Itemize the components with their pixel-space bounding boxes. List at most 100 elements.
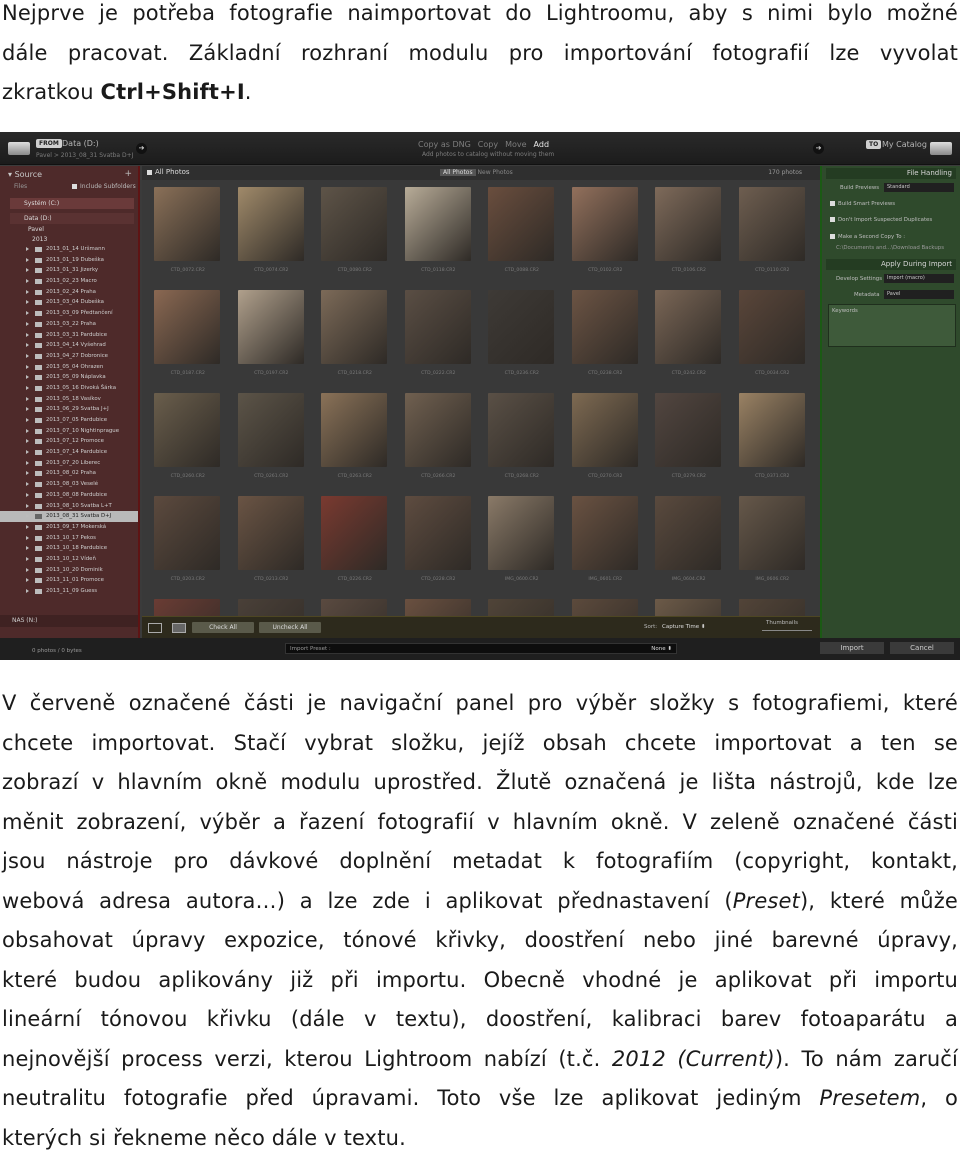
thumbnail-cell[interactable]: CTD_0238.CR2 [564,285,648,388]
thumbnail-cell[interactable]: CTD_0236.CR2 [480,285,564,388]
add-source-icon[interactable]: + [124,169,132,179]
dont-import-duplicates[interactable]: Don't Import Suspected Duplicates [830,217,932,223]
photo-thumbnail[interactable] [321,496,387,570]
folder-item[interactable]: 2013_04_14 Vyšehrad [0,340,138,351]
photo-thumbnail[interactable] [154,393,220,467]
sort-select[interactable]: Capture Time ⬍ [662,624,705,630]
thumbnail-cell[interactable]: IMG_0604.CR2 [647,491,731,594]
mode-copy-dng[interactable]: Copy as DNG [418,140,471,149]
thumbnail-cell[interactable]: CTD_0197.CR2 [230,285,314,388]
photo-thumbnail[interactable] [154,496,220,570]
thumbnail-cell[interactable]: CTD_0228.CR2 [397,491,481,594]
photo-thumbnail[interactable] [488,496,554,570]
import-preset-bar[interactable]: Import Preset : None ⬍ [285,643,677,654]
folder-item[interactable]: 2013_06_29 Svatba J+J [0,404,138,415]
thumbnail-cell[interactable]: CTD_0371.CR2 [731,388,815,491]
apply-during-import-title[interactable]: Apply During Import [881,260,952,268]
thumbnail-cell[interactable]: CTD_0218.CR2 [313,285,397,388]
thumbnail-size-slider[interactable] [762,630,812,631]
folder-item[interactable]: 2013_11_01 Promoce [0,575,138,586]
photo-thumbnail[interactable] [154,290,220,364]
cancel-button[interactable]: Cancel [890,642,954,654]
folder-item[interactable]: 2013_01_19 Dubeška [0,255,138,266]
folder-item[interactable]: 2013_08_02 Praha [0,468,138,479]
thumbnail-cell[interactable]: CTD_0222.CR2 [397,285,481,388]
thumbnail-cell[interactable]: CTD_0106.CR2 [647,182,731,285]
thumbnail-cell[interactable]: IMG_0601.CR2 [564,491,648,594]
folder-item[interactable]: 2013_03_09 Předtančení [0,308,138,319]
folder-item[interactable]: 2013_03_04 Dubeška [0,297,138,308]
all-photos-check[interactable]: All Photos [147,168,190,176]
folder-item[interactable]: 2013_10_12 Vídeň [0,554,138,565]
photo-thumbnail[interactable] [404,496,471,570]
thumbnail-cell[interactable]: CTD_0088.CR2 [480,182,564,285]
folder-item[interactable]: 2013_11_09 Guess [0,586,138,597]
uncheck-all-button[interactable]: Uncheck All [259,622,321,633]
folder-item[interactable]: 2013_07_05 Pardubice [0,415,138,426]
thumbnail-cell[interactable]: CTD_0110.CR2 [731,182,815,285]
loupe-view-icon[interactable] [172,623,186,633]
mode-add[interactable]: Add [534,140,550,149]
build-smart-previews[interactable]: Build Smart Previews [830,201,895,207]
photo-thumbnail[interactable] [237,187,304,261]
photo-thumbnail[interactable] [738,187,805,261]
photo-thumbnail[interactable] [655,393,721,467]
folder-item[interactable]: 2013_09_17 Mokerská [0,522,138,533]
thumbnail-cell[interactable]: CTD_0074.CR2 [230,182,314,285]
photo-thumbnail[interactable] [571,187,638,261]
metadata-select[interactable]: Pavel [884,290,954,299]
import-button[interactable]: Import [820,642,884,654]
thumbnail-cell[interactable]: CTD_0266.CR2 [397,388,481,491]
drive-nas[interactable]: NAS (N:) [0,615,138,627]
file-handling-title[interactable]: File Handling [907,169,952,177]
photo-thumbnail[interactable] [321,187,387,261]
photo-thumbnail[interactable] [237,290,304,364]
drive-data[interactable]: Data (D:) [10,213,134,224]
photo-thumbnail[interactable] [154,187,220,261]
thumbnail-cell[interactable]: CTD_0118.CR2 [397,182,481,285]
tab-all-photos[interactable]: All Photos [440,169,476,176]
folder-item[interactable]: 2013_08_10 Svatba L+T [0,501,138,512]
keywords-field[interactable]: Keywords [828,304,956,347]
folder-item[interactable]: 2013_01_14 Uršmann [0,244,138,255]
photo-thumbnail[interactable] [237,393,304,467]
folder-item[interactable]: 2013_03_31 Pardubice [0,330,138,341]
photo-thumbnail[interactable] [655,187,721,261]
thumbnail-cell[interactable]: CTD_0187.CR2 [146,285,230,388]
thumbnail-cell[interactable]: CTD_0226.CR2 [313,491,397,594]
thumbnail-cell[interactable]: CTD_0279.CR2 [647,388,731,491]
thumbnail-cell[interactable]: CTD_0203.CR2 [146,491,230,594]
photo-thumbnail[interactable] [321,290,387,364]
photo-thumbnail[interactable] [571,290,638,364]
drive-system[interactable]: Systém (C:) [10,198,134,209]
import-preset-value[interactable]: None ⬍ [651,646,672,652]
thumbnail-cell[interactable]: CTD_0260.CR2 [146,388,230,491]
photo-thumbnail[interactable] [488,393,554,467]
folder-item[interactable]: 2013_10_18 Pardubice [0,543,138,554]
thumbnail-cell[interactable]: CTD_0080.CR2 [313,182,397,285]
thumbnail-cell[interactable]: CTD_0261.CR2 [230,388,314,491]
folder-item[interactable]: 2013_10_20 Dominik [0,565,138,576]
photo-thumbnail[interactable] [738,393,805,467]
folder-item[interactable]: 2013_05_16 Divoká Šárka [0,383,138,394]
make-second-copy[interactable]: Make a Second Copy To : [830,234,905,240]
photo-thumbnail[interactable] [738,290,805,364]
folder-item[interactable]: 2013_08_08 Pardubice [0,490,138,501]
photo-thumbnail[interactable] [488,290,554,364]
build-previews-select[interactable]: Standard [884,183,954,192]
include-subfolders[interactable]: Include Subfolders [72,183,136,190]
photo-thumbnail[interactable] [237,496,304,570]
folder-item[interactable]: 2013_01_31 Jizerky [0,265,138,276]
photo-thumbnail[interactable] [404,290,471,364]
develop-settings-select[interactable]: Import (macro) [884,274,954,283]
thumbnail-cell[interactable]: IMG_0600.CR2 [480,491,564,594]
folder-item[interactable]: 2013_07_14 Pardubice [0,447,138,458]
folder-item[interactable]: 2013_07_10 Nightinprague [0,426,138,437]
grid-view-icon[interactable] [148,623,162,633]
folder-item[interactable]: 2013_03_22 Praha [0,319,138,330]
check-all-button[interactable]: Check All [192,622,254,633]
folder-item[interactable]: 2013_02_24 Praha [0,287,138,298]
folder-item[interactable]: 2013_07_12 Promoce [0,436,138,447]
folder-item[interactable]: 2013_05_18 Vasíkov [0,394,138,405]
thumbnail-cell[interactable]: IMG_0606.CR2 [731,491,815,594]
